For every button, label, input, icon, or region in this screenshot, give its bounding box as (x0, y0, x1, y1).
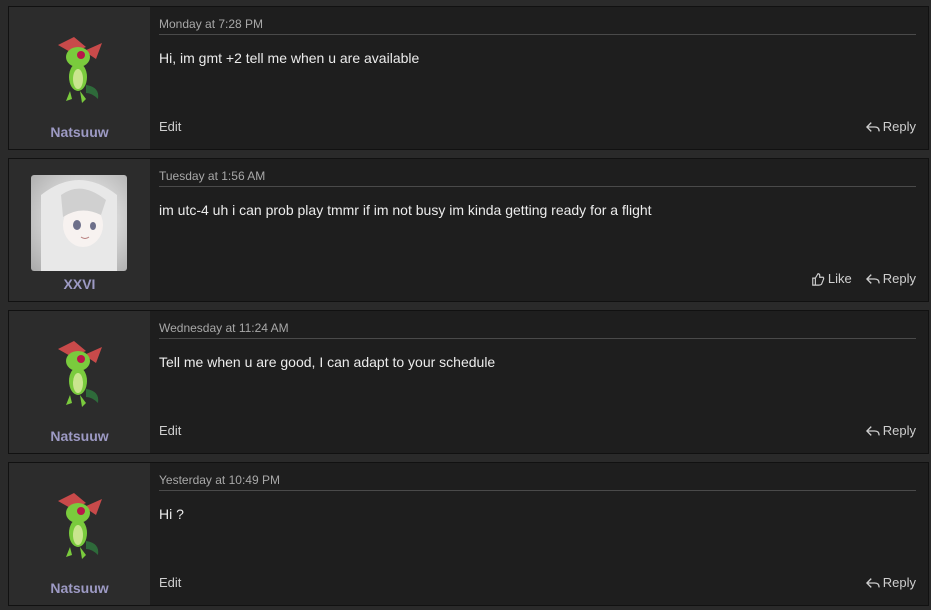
message-footer: Edit Reply (159, 575, 916, 590)
reply-label: Reply (882, 271, 916, 286)
user-cell: XXVI (9, 159, 150, 301)
message-footer: Edit Reply (159, 423, 916, 438)
message-content: Yesterday at 10:49 PM Hi ? Edit Reply (150, 463, 928, 605)
reply-icon (865, 425, 880, 436)
message-item: Natsuuw Yesterday at 10:49 PM Hi ? Edit … (8, 462, 929, 606)
message-text: Hi, im gmt +2 tell me when u are availab… (159, 50, 420, 66)
reply-label: Reply (882, 423, 916, 438)
username[interactable]: Natsuuw (9, 124, 150, 140)
message-text: im utc-4 uh i can prob play tmmr if im n… (159, 202, 652, 218)
reply-button[interactable]: Reply (865, 271, 916, 286)
message-footer: Edit Reply (159, 119, 916, 134)
username[interactable]: XXVI (9, 276, 150, 292)
reply-icon (865, 577, 880, 588)
message-text: Tell me when u are good, I can adapt to … (159, 354, 496, 370)
avatar[interactable] (31, 327, 127, 423)
edit-button[interactable]: Edit (159, 575, 181, 590)
avatar[interactable] (31, 23, 127, 119)
lizard-sprite-icon (58, 493, 102, 559)
like-button[interactable]: Like (811, 271, 852, 286)
reply-label: Reply (882, 575, 916, 590)
message-footer: Like Reply (159, 271, 916, 286)
anime-avatar-icon (41, 180, 117, 271)
reply-button[interactable]: Reply (865, 119, 916, 134)
message-list: Natsuuw Monday at 7:28 PM Hi, im gmt +2 … (0, 0, 931, 610)
message-content: Monday at 7:28 PM Hi, im gmt +2 tell me … (150, 7, 928, 149)
lizard-sprite-icon (58, 37, 102, 103)
thumbs-up-icon (812, 272, 825, 286)
username[interactable]: Natsuuw (9, 428, 150, 444)
message-content: Wednesday at 11:24 AM Tell me when u are… (150, 311, 928, 453)
like-label: Like (827, 271, 852, 286)
username[interactable]: Natsuuw (9, 580, 150, 596)
reply-button[interactable]: Reply (865, 575, 916, 590)
reply-label: Reply (882, 119, 916, 134)
lizard-sprite-icon (58, 341, 102, 407)
timestamp[interactable]: Yesterday at 10:49 PM (159, 473, 916, 491)
edit-button[interactable]: Edit (159, 119, 181, 134)
timestamp[interactable]: Monday at 7:28 PM (159, 17, 916, 35)
message-item: XXVI Tuesday at 1:56 AM im utc-4 uh i ca… (8, 158, 929, 302)
message-item: Natsuuw Wednesday at 11:24 AM Tell me wh… (8, 310, 929, 454)
user-cell: Natsuuw (9, 463, 150, 605)
timestamp[interactable]: Tuesday at 1:56 AM (159, 169, 916, 187)
avatar[interactable] (31, 479, 127, 575)
user-cell: Natsuuw (9, 7, 150, 149)
timestamp[interactable]: Wednesday at 11:24 AM (159, 321, 916, 339)
reply-button[interactable]: Reply (865, 423, 916, 438)
message-text: Hi ? (159, 506, 184, 522)
avatar[interactable] (31, 175, 127, 271)
user-cell: Natsuuw (9, 311, 150, 453)
reply-icon (865, 273, 880, 284)
reply-icon (865, 121, 880, 132)
edit-button[interactable]: Edit (159, 423, 181, 438)
message-item: Natsuuw Monday at 7:28 PM Hi, im gmt +2 … (8, 6, 929, 150)
message-content: Tuesday at 1:56 AM im utc-4 uh i can pro… (150, 159, 928, 301)
